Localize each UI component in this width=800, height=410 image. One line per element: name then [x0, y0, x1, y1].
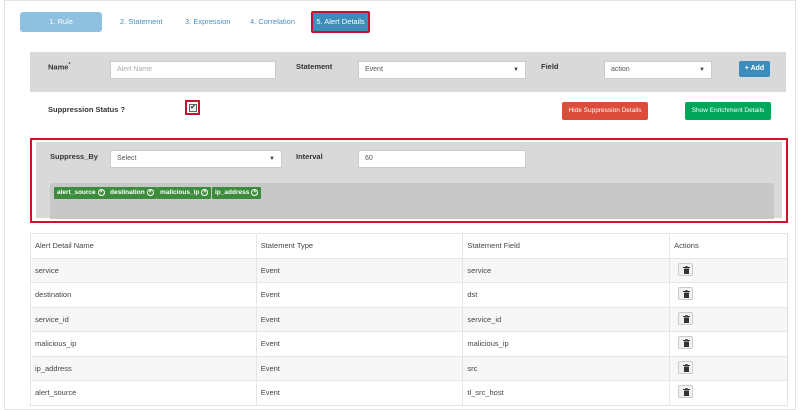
- suppress-by-label: Suppress_By: [50, 152, 98, 161]
- cell-statement-field: src: [462, 355, 670, 381]
- delete-button[interactable]: [678, 311, 694, 325]
- alert-name-input[interactable]: Alert Name: [110, 61, 276, 79]
- tag-label: destination: [110, 189, 145, 196]
- tag-destination: destination ×: [107, 187, 157, 199]
- field-value: action: [611, 66, 630, 73]
- cell-statement-type: Event: [255, 282, 463, 307]
- caret-down-icon: ▼: [699, 67, 705, 73]
- alert-name-placeholder: Alert Name: [117, 66, 153, 73]
- tag-label: alert_source: [57, 189, 96, 196]
- cell-actions: [669, 331, 788, 356]
- tab-statement[interactable]: 2. Statement: [114, 12, 169, 32]
- table-row: alert_source Event tl_src_host: [30, 380, 788, 405]
- column-header: Statement Type: [255, 233, 463, 258]
- tab-expression[interactable]: 3. Expression: [179, 12, 236, 32]
- tag-malicious-ip: malicious_ip ×: [157, 187, 212, 199]
- trash-icon: [683, 388, 691, 397]
- suppression-checkbox-highlight: ✔: [185, 100, 200, 115]
- suppress-tags-area: alert_source × destination × malicious_ip ×…: [50, 183, 774, 219]
- cell-alert-detail-name: service_id: [30, 306, 257, 332]
- delete-button[interactable]: [678, 287, 694, 301]
- cell-statement-field: tl_src_host: [462, 380, 670, 405]
- tag-alert-source: alert_source ×: [54, 187, 108, 199]
- cell-statement-type: Event: [255, 306, 463, 332]
- cell-actions: [669, 282, 788, 307]
- tag-ip-address: ip_address ×: [212, 187, 262, 199]
- cell-actions: [669, 355, 788, 381]
- cell-statement-field: service: [462, 257, 670, 283]
- cell-statement-field: service_id: [462, 306, 670, 332]
- caret-down-icon: ▼: [513, 67, 519, 73]
- statement-value: Event: [365, 66, 383, 73]
- delete-button[interactable]: [678, 385, 694, 399]
- caret-down-icon: ▼: [269, 156, 275, 162]
- trash-icon: [683, 339, 691, 348]
- tab-correlation[interactable]: 4. Correlation: [244, 12, 301, 32]
- cell-statement-type: Event: [255, 257, 463, 283]
- cell-statement-field: dst: [462, 282, 670, 307]
- field-label: Field: [541, 62, 559, 71]
- add-button[interactable]: + Add: [739, 61, 770, 77]
- suppress-by-select[interactable]: Select ▼: [110, 150, 282, 168]
- required-marker: *: [68, 62, 71, 68]
- interval-value: 60: [365, 155, 373, 162]
- tag-label: malicious_ip: [160, 189, 200, 196]
- delete-button[interactable]: [678, 336, 694, 350]
- table-row: ip_address Event src: [30, 355, 788, 381]
- suppression-inner: Suppress_By Select ▼ Interval 60 alert_so…: [36, 142, 782, 219]
- close-circle-icon[interactable]: ×: [97, 188, 105, 196]
- cell-actions: [669, 257, 788, 283]
- cell-alert-detail-name: malicious_ip: [30, 331, 257, 356]
- cell-statement-type: Event: [255, 355, 463, 381]
- name-label: Name*: [48, 62, 70, 72]
- table-row: destination Event dst: [30, 282, 788, 307]
- table-header-row: Alert Detail Name Statement Type Stateme…: [30, 233, 788, 258]
- delete-button[interactable]: [678, 360, 694, 374]
- cell-statement-type: Event: [255, 380, 463, 405]
- cell-statement-type: Event: [255, 331, 463, 356]
- interval-input[interactable]: 60: [358, 150, 526, 168]
- show-enrichment-button[interactable]: Show Enrichment Details: [685, 102, 771, 120]
- cell-actions: [669, 306, 788, 332]
- tab-alert-details[interactable]: 5. Alert Details: [311, 11, 370, 33]
- statement-label: Statement: [296, 62, 333, 71]
- name-label-text: Name: [48, 62, 69, 72]
- column-header: Statement Field: [462, 233, 670, 258]
- cell-statement-field: malicious_ip: [462, 331, 670, 356]
- column-header: Actions: [669, 233, 788, 258]
- field-select[interactable]: action ▼: [604, 61, 712, 79]
- cell-alert-detail-name: ip_address: [30, 355, 257, 381]
- close-circle-icon[interactable]: ×: [251, 188, 259, 196]
- trash-icon: [683, 314, 691, 323]
- cell-alert-detail-name: service: [30, 257, 257, 283]
- close-circle-icon[interactable]: ×: [146, 188, 154, 196]
- tab-rule-configuration[interactable]: 1. Rule Configuration: [20, 12, 102, 46]
- delete-button[interactable]: [678, 262, 694, 276]
- suppress-by-value: Select: [117, 155, 137, 162]
- cell-alert-detail-name: destination: [30, 282, 257, 307]
- trash-icon: [683, 265, 691, 274]
- cell-actions: [669, 380, 788, 405]
- cell-alert-detail-name: alert_source: [30, 380, 257, 405]
- alert-details-table: Alert Detail Name Statement Type Stateme…: [30, 233, 788, 406]
- table-row: malicious_ip Event malicious_ip: [30, 331, 788, 356]
- statement-select[interactable]: Event ▼: [358, 61, 526, 79]
- suppression-panel: Suppress_By Select ▼ Interval 60 alert_so…: [30, 138, 788, 223]
- tag-label: ip_address: [215, 189, 250, 196]
- trash-icon: [683, 363, 691, 372]
- hide-suppression-button[interactable]: Hide Suppression Details: [562, 102, 648, 120]
- interval-label: Interval: [296, 152, 323, 161]
- table-row: service Event service: [30, 257, 788, 283]
- suppression-status-label: Suppression Status ?: [48, 105, 126, 114]
- table-row: service_id Event service_id: [30, 306, 788, 332]
- close-circle-icon[interactable]: ×: [201, 188, 209, 196]
- column-header: Alert Detail Name: [30, 233, 257, 258]
- trash-icon: [683, 290, 691, 299]
- suppression-status-checkbox[interactable]: ✔: [189, 104, 197, 112]
